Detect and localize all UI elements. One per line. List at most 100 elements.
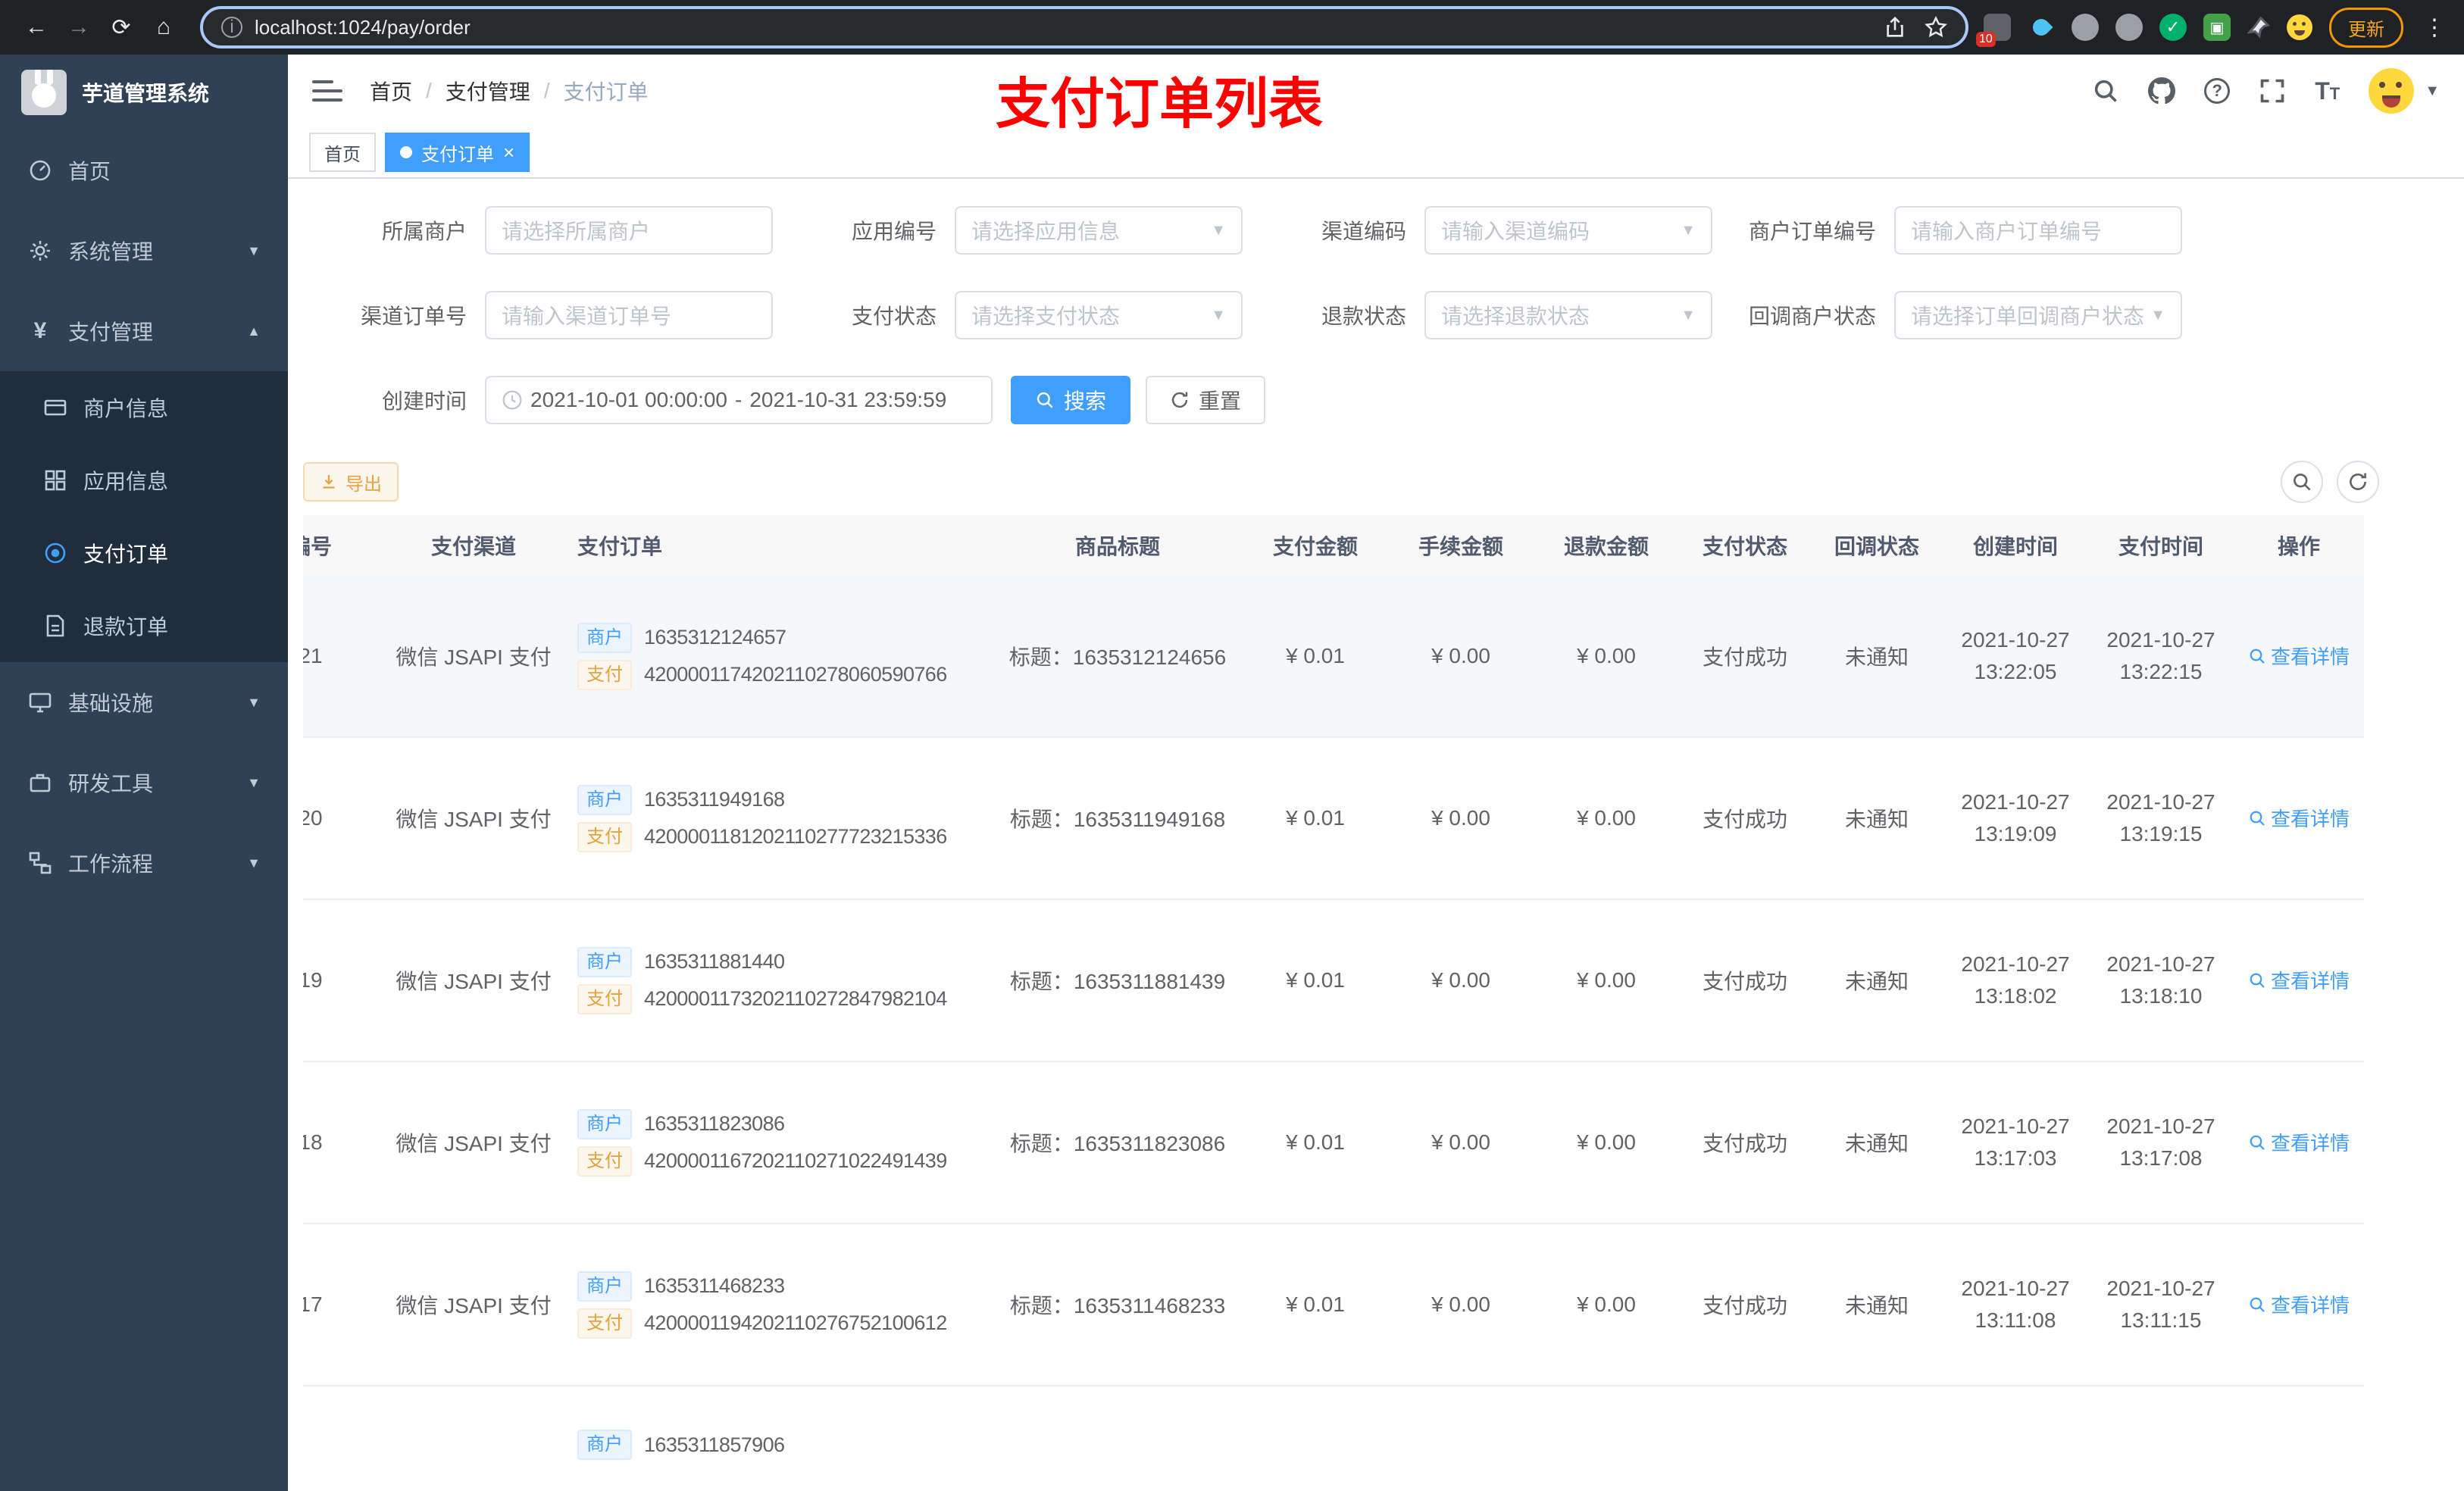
bookmark-star-icon[interactable]: [1925, 16, 1947, 39]
col-title: 商品标题: [1074, 535, 1160, 558]
refresh-icon: [1171, 392, 1188, 408]
sidebar-item-system[interactable]: 系统管理 ▼: [0, 211, 288, 291]
caret-down-icon[interactable]: ▼: [2425, 83, 2440, 100]
cell-status: 支付成功: [1702, 645, 1787, 669]
chevron-down-icon: ▼: [1211, 306, 1226, 324]
fullscreen-icon[interactable]: [2259, 77, 2286, 105]
logo-avatar: [21, 70, 67, 115]
refresh-table-button[interactable]: [2337, 461, 2379, 503]
address-bar[interactable]: i localhost:1024/pay/order: [200, 6, 1968, 48]
merchant-order-no-input[interactable]: 请输入商户订单编号: [1894, 206, 2182, 255]
github-icon[interactable]: [2148, 77, 2176, 105]
forward-button[interactable]: →: [58, 6, 100, 48]
profile-avatar[interactable]: [2287, 14, 2312, 40]
pay-order-number: 4200001174202110278060590766: [644, 663, 947, 686]
toggle-search-button[interactable]: [2281, 461, 2323, 503]
cell-refund: ¥ 0.00: [1577, 1293, 1636, 1316]
create-time-range-picker[interactable]: 2021-10-01 00:00:00 - 2021-10-31 23:59:5…: [485, 376, 993, 424]
search-button[interactable]: 搜索: [1011, 376, 1131, 424]
extension-icon-3[interactable]: [2072, 14, 2099, 41]
tag-home[interactable]: 首页: [309, 133, 376, 172]
extension-icon-2[interactable]: [2028, 14, 2055, 41]
sidebar-item-pay[interactable]: ¥ 支付管理 ▲: [0, 291, 288, 371]
breadcrumb-pay[interactable]: 支付管理: [446, 76, 530, 106]
filter-label-channel-order-no: 渠道订单号: [360, 305, 467, 328]
channel-code-select[interactable]: 请输入渠道编码 ▼: [1424, 206, 1712, 255]
view-detail-link[interactable]: 查看详情: [2248, 804, 2350, 832]
share-icon[interactable]: [1884, 16, 1906, 39]
home-button[interactable]: ⌂: [142, 6, 185, 48]
merchant-select[interactable]: 请选择所属商户: [485, 206, 773, 255]
app-no-select[interactable]: 请选择应用信息 ▼: [955, 206, 1243, 255]
font-size-icon[interactable]: TT: [2315, 77, 2340, 105]
sidebar-toggle-icon[interactable]: [312, 74, 346, 108]
cell-amount: ¥ 0.01: [1286, 644, 1345, 667]
cell-fee: ¥ 0.00: [1431, 644, 1490, 667]
view-detail-link[interactable]: 查看详情: [2248, 1290, 2350, 1318]
sidebar-item-workflow[interactable]: 工作流程 ▼: [0, 823, 288, 903]
channel-order-no-input[interactable]: 请输入渠道订单号: [485, 291, 773, 339]
sidebar-item-app-info[interactable]: 应用信息: [0, 444, 288, 517]
cell-fee: ¥ 0.00: [1431, 968, 1490, 992]
cell-pay-order: 商户 1635311949168 支付 42000011812021102777…: [568, 778, 993, 859]
pay-tag: 支付: [577, 1308, 632, 1339]
site-info-icon[interactable]: i: [221, 17, 242, 38]
cell-status: 支付成功: [1702, 1132, 1787, 1155]
browser-update-button[interactable]: 更新: [2329, 7, 2403, 48]
placeholder-text: 请输入渠道编码: [1441, 220, 1590, 243]
sidebar-item-pay-order[interactable]: 支付订单: [0, 517, 288, 589]
sidebar-item-home[interactable]: 首页: [0, 130, 288, 211]
merchant-order-number: 1635311823086: [644, 1112, 785, 1135]
pay-order-number: 4200001173202110272847982104: [644, 987, 947, 1010]
url-text[interactable]: localhost:1024/pay/order: [255, 16, 1871, 39]
view-detail-label: 查看详情: [2270, 808, 2350, 831]
close-icon[interactable]: ×: [503, 142, 514, 162]
extensions-pin-icon[interactable]: [2247, 16, 2270, 39]
chevron-down-icon: ▼: [1681, 306, 1696, 324]
back-button[interactable]: ←: [15, 6, 58, 48]
extension-icon-6[interactable]: ▣: [2203, 14, 2231, 41]
cell-title: 标题：1635311468233: [1009, 1294, 1226, 1318]
reload-button[interactable]: ⟳: [100, 6, 142, 48]
top-navbar: 首页 / 支付管理 / 支付订单 支付订单列表 ? TT ▼: [288, 55, 2464, 135]
search-icon[interactable]: [2092, 77, 2119, 105]
sidebar-item-label: 系统管理: [68, 240, 154, 264]
extension-badge: 10: [1976, 32, 1996, 47]
cell-title: 标题：1635311881439: [1009, 970, 1226, 993]
placeholder-text: 请选择订单回调商户状态: [1911, 305, 2145, 328]
breadcrumb-home[interactable]: 首页: [370, 76, 412, 106]
sidebar-item-refund-order[interactable]: 退款订单: [0, 589, 288, 662]
tag-label: 支付订单: [421, 144, 494, 165]
merchant-tag: 商户: [577, 946, 632, 977]
cell-status: 支付成功: [1702, 808, 1787, 831]
view-detail-label: 查看详情: [2270, 645, 2350, 669]
sidebar-item-merchant-info[interactable]: 商户信息: [0, 371, 288, 444]
extension-icon-1[interactable]: 10: [1976, 14, 2011, 47]
reset-button[interactable]: 重置: [1146, 376, 1266, 424]
cell-amount: ¥ 0.01: [1286, 1293, 1345, 1316]
cell-title: 标题：1635311949168: [1009, 808, 1226, 831]
browser-menu-icon[interactable]: ⋮: [2420, 14, 2449, 41]
cell-id: 18: [303, 1130, 323, 1154]
sidebar-item-infra[interactable]: 基础设施 ▼: [0, 662, 288, 742]
user-avatar[interactable]: [2369, 68, 2415, 114]
cell-amount: ¥ 0.01: [1286, 968, 1345, 992]
filter-label-refund-status: 退款状态: [1321, 305, 1406, 328]
export-button[interactable]: 导出: [303, 462, 399, 502]
tag-pay-order[interactable]: 支付订单 ×: [385, 133, 530, 172]
extension-icon-4[interactable]: [2115, 14, 2143, 41]
view-detail-link[interactable]: 查看详情: [2248, 642, 2350, 670]
cell-amount: ¥ 0.01: [1286, 1130, 1345, 1154]
merchant-tag: 商户: [577, 622, 632, 653]
merchant-tag: 商户: [577, 1108, 632, 1139]
pay-status-select[interactable]: 请选择支付状态 ▼: [955, 291, 1243, 339]
help-icon[interactable]: ?: [2204, 78, 2231, 104]
cell-pay-time: 2021-10-27 13:19:15: [2106, 790, 2215, 846]
extension-icon-5[interactable]: ✓: [2159, 14, 2187, 41]
notify-status-select[interactable]: 请选择订单回调商户状态 ▼: [1894, 291, 2182, 339]
view-detail-link[interactable]: 查看详情: [2248, 1128, 2350, 1156]
sidebar-item-devtools[interactable]: 研发工具 ▼: [0, 742, 288, 823]
refund-status-select[interactable]: 请选择退款状态 ▼: [1424, 291, 1712, 339]
view-detail-link[interactable]: 查看详情: [2248, 966, 2350, 994]
logo[interactable]: 芋道管理系统: [0, 55, 288, 130]
